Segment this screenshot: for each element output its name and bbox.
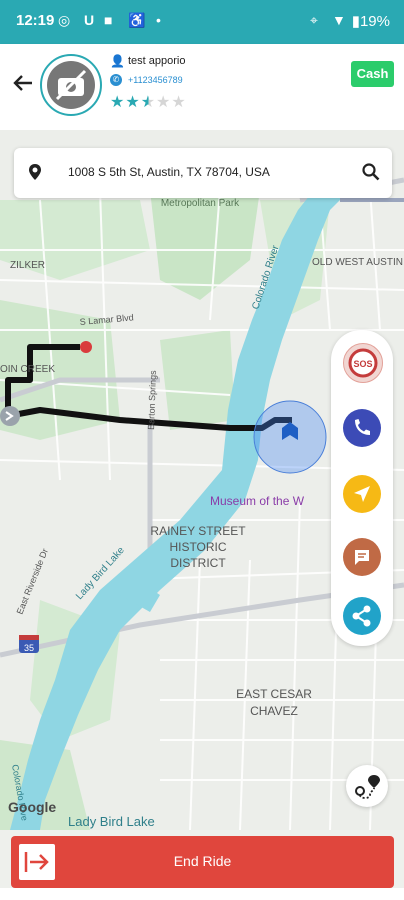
phone-icon: ✆ (110, 74, 122, 86)
pickup-marker (80, 341, 92, 353)
battery-text: ▮19% (351, 13, 390, 30)
label-zilker: ZILKER (10, 260, 45, 271)
sos-icon: SOS (348, 348, 378, 378)
star-half-icon: ★ (140, 94, 157, 111)
route-icon (355, 775, 380, 799)
label-old-west-austin: OLD WEST AUSTIN (312, 257, 403, 268)
rider-avatar (40, 54, 102, 116)
address-search-bar[interactable]: 1008 S 5th St, Austin, TX 78704, USA (14, 148, 392, 198)
payment-method-badge: Cash (351, 61, 394, 87)
label-historic: HISTORIC (169, 540, 226, 554)
svg-text:SOS: SOS (353, 359, 372, 369)
label-oin-creek: OIN CREEK (0, 364, 55, 375)
location-pin-icon (28, 163, 42, 186)
route-overview-button[interactable] (346, 765, 388, 807)
wifi-icon: ▼ (332, 12, 346, 28)
accessibility-icon: ♿ (128, 12, 146, 28)
dot-icon: • (156, 12, 161, 28)
sos-button[interactable]: SOS (343, 343, 383, 383)
label-district: DISTRICT (170, 556, 226, 570)
label-lady-bird-lake-bottom: Lady Bird Lake (68, 814, 155, 829)
end-ride-button[interactable]: End Ride (11, 836, 394, 888)
bottom-strip (0, 888, 404, 900)
status-bar: 12:19 ◎ U ■ ♿ • ⌖ ▼ ▮19% (0, 0, 404, 44)
person-icon: 👤 (110, 54, 125, 68)
teams-icon: ■ (104, 12, 113, 28)
star-empty-icon: ★ (171, 94, 187, 111)
star-full-icon: ★ (110, 94, 126, 111)
label-barton-springs: Barton Springs (146, 370, 158, 430)
interstate-35-label: 35 (24, 643, 34, 653)
rider-name: test apporio (128, 55, 186, 67)
rider-header: 👤 test apporio ✆ +1123456789 ★★★★★ Cash (0, 44, 404, 130)
location-status-icon: ⌖ (310, 12, 318, 28)
navigate-button[interactable] (343, 475, 381, 513)
star-empty-icon: ★ (156, 94, 172, 111)
sync-icon: ◎ (58, 12, 71, 28)
navigate-icon (354, 486, 370, 502)
label-rainey-street: RAINEY STREET (150, 524, 246, 538)
share-button[interactable] (343, 597, 381, 635)
phone-call-icon (355, 419, 370, 435)
star-full-icon: ★ (125, 94, 141, 111)
search-icon[interactable] (362, 163, 380, 186)
label-chavez: CHAVEZ (250, 704, 298, 718)
current-location-circle (253, 400, 327, 474)
chat-button[interactable] (343, 538, 381, 576)
rider-rating: ★★★★★ (110, 92, 187, 112)
label-metropolitan-park: Metropolitan Park (161, 198, 240, 209)
end-ride-label: End Ride (173, 853, 232, 869)
label-museum: Museum of the W (210, 494, 305, 508)
interstate-35-shield-icon: 35 (19, 635, 39, 653)
google-logo: Google (8, 799, 56, 815)
status-time: 12:19 (16, 12, 55, 29)
chat-icon (355, 550, 369, 565)
rider-phone[interactable]: +1123456789 (128, 75, 183, 85)
no-photo-icon (47, 61, 95, 109)
address-text: 1008 S 5th St, Austin, TX 78704, USA (68, 165, 270, 179)
app-u-icon: U (84, 12, 95, 28)
call-button[interactable] (343, 409, 381, 447)
back-arrow-icon[interactable] (10, 70, 36, 96)
share-icon (352, 605, 371, 627)
label-east-cesar: EAST CESAR (236, 687, 312, 701)
